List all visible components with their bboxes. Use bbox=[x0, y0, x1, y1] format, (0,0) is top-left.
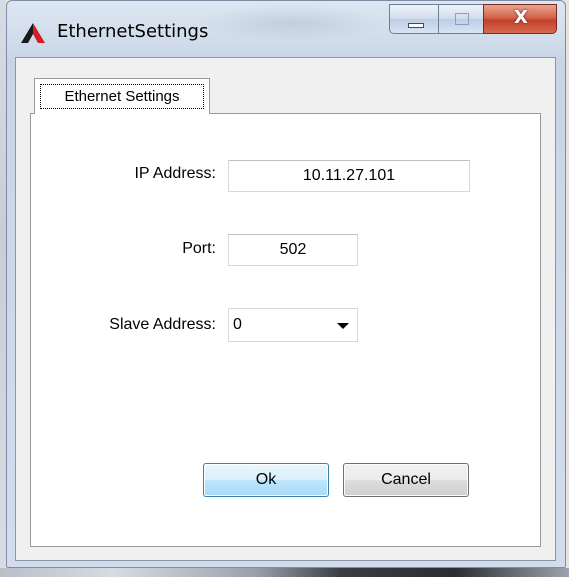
minimize-button[interactable] bbox=[389, 4, 439, 34]
ok-button[interactable]: Ok bbox=[203, 463, 329, 497]
caption-buttons: X bbox=[389, 4, 559, 36]
tab-ethernet-settings[interactable]: Ethernet Settings bbox=[34, 78, 210, 114]
ip-address-input[interactable]: 10.11.27.101 bbox=[228, 160, 470, 192]
slave-address-value: 0 bbox=[233, 316, 242, 333]
chevron-down-icon bbox=[337, 323, 349, 329]
app-logo-icon bbox=[21, 23, 45, 43]
close-button[interactable]: X bbox=[483, 4, 557, 34]
maximize-icon bbox=[455, 13, 469, 25]
port-label: Port: bbox=[182, 240, 216, 257]
ip-address-label: IP Address: bbox=[134, 165, 216, 182]
maximize-button[interactable] bbox=[438, 4, 484, 34]
slave-address-label: Slave Address: bbox=[109, 316, 216, 333]
cancel-button[interactable]: Cancel bbox=[343, 463, 469, 497]
minimize-icon bbox=[408, 23, 424, 28]
close-icon: X bbox=[514, 7, 528, 28]
port-input[interactable]: 502 bbox=[228, 234, 358, 266]
title-bar[interactable]: EthernetSettings X bbox=[7, 1, 565, 57]
tab-label: Ethernet Settings bbox=[40, 84, 204, 109]
slave-address-select[interactable]: 0 bbox=[228, 308, 358, 342]
desktop-taskbar-strip bbox=[0, 568, 569, 577]
window-title: EthernetSettings bbox=[57, 21, 209, 42]
